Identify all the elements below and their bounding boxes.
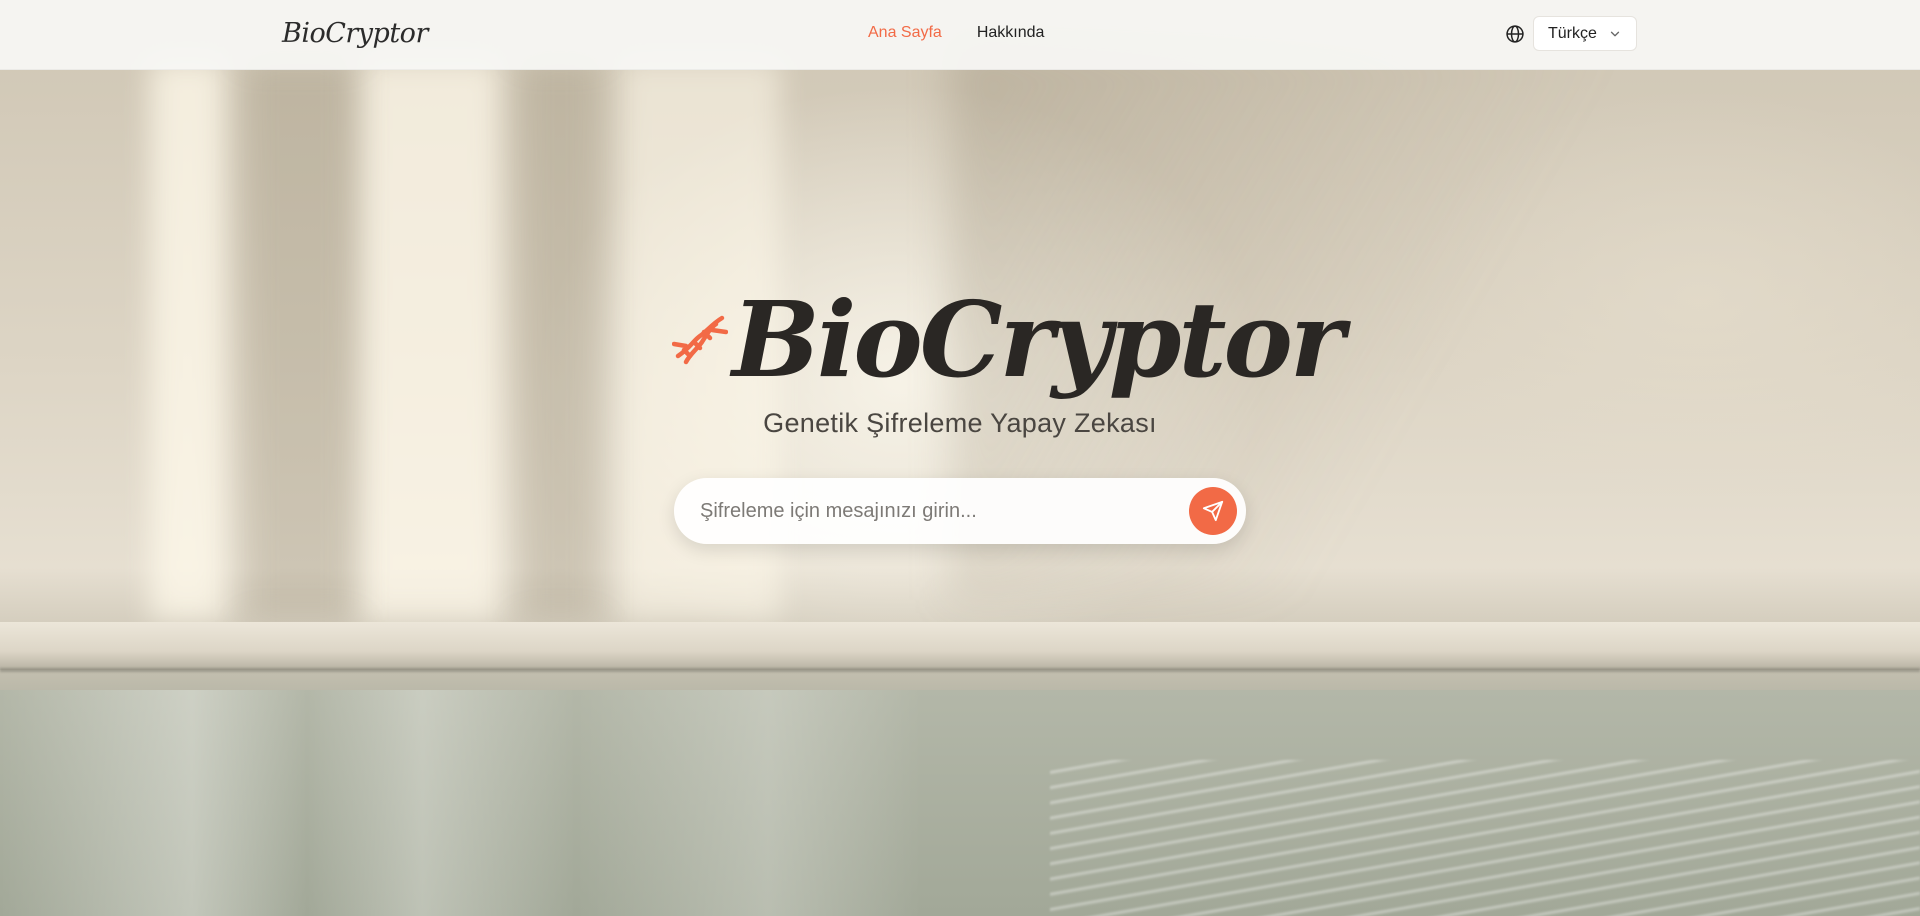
nav-link-about[interactable]: Hakkında [977, 24, 1045, 42]
send-icon [1202, 500, 1224, 522]
globe-icon [1505, 24, 1525, 44]
message-form [674, 478, 1246, 544]
nav-link-home[interactable]: Ana Sayfa [868, 24, 942, 42]
dna-icon [671, 310, 729, 366]
language-select[interactable]: Türkçe [1533, 16, 1637, 51]
language-select-value: Türkçe [1548, 24, 1597, 42]
chevron-down-icon [1608, 27, 1622, 41]
hero-subtitle: Genetik Şifreleme Yapay Zekası [763, 408, 1157, 438]
send-button[interactable] [1189, 487, 1237, 535]
message-input[interactable] [700, 492, 1140, 530]
main-nav: Ana Sayfa Hakkında [868, 24, 1044, 42]
top-navbar: BioCryptor Ana Sayfa Hakkında Türkçe [0, 0, 1920, 70]
background-image [0, 0, 1920, 916]
hero-title: BioCryptor [732, 278, 1345, 401]
brand-logo[interactable]: BioCryptor [282, 18, 428, 49]
